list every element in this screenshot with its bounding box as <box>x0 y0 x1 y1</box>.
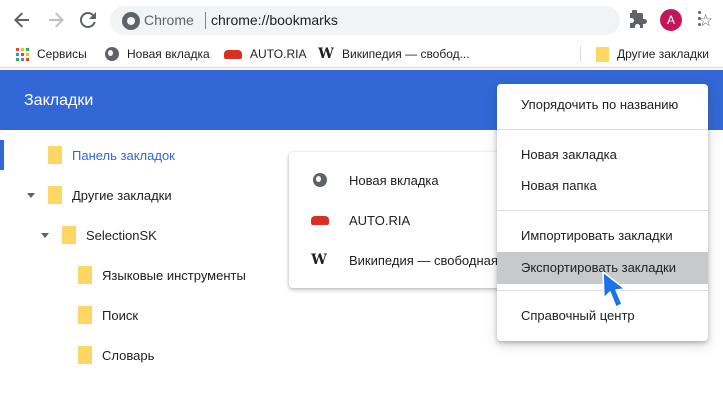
globe-icon <box>105 47 119 61</box>
reload-icon <box>80 12 96 28</box>
sidebar-item-bookmarks-bar[interactable]: Панель закладок <box>48 144 175 166</box>
list-item-label: Википедия — свободная <box>349 252 498 268</box>
address-bar[interactable]: Chrome chrome://bookmarks ☆ <box>110 6 713 35</box>
bookmarks-bar-item-apps[interactable]: Сервисы <box>16 45 87 63</box>
sidebar-item-label: Языковые инструменты <box>102 267 246 283</box>
sidebar-item-other-bookmarks[interactable]: Другие закладки <box>48 184 172 206</box>
sidebar-item-dictionary[interactable]: Словарь <box>78 344 154 366</box>
sidebar-item-search[interactable]: Поиск <box>78 304 138 326</box>
folder-icon <box>78 346 92 364</box>
bookmarks-bar: Сервисы Новая вкладка AUTO.RIA W Википед… <box>0 40 723 68</box>
menu-divider <box>497 129 708 130</box>
omnibox-url[interactable]: chrome://bookmarks <box>211 12 338 28</box>
bookmarks-bar-label: Другие закладки <box>617 47 709 61</box>
bookmarks-bar-label: Сервисы <box>37 47 87 61</box>
page-title: Закладки <box>24 92 94 109</box>
chrome-menu-icon[interactable] <box>698 11 702 27</box>
reload-button[interactable] <box>76 8 100 32</box>
sidebar-item-language-tools[interactable]: Языковые инструменты <box>78 264 246 286</box>
car-icon <box>224 49 242 59</box>
bookmarks-bar-divider <box>580 46 581 62</box>
wikipedia-icon: W <box>311 252 327 268</box>
bookmarks-bar-label: AUTO.RIA <box>250 47 307 61</box>
profile-avatar[interactable]: A <box>660 9 682 31</box>
menu-item-new-bookmark[interactable]: Новая закладка <box>497 139 708 171</box>
menu-item-new-folder[interactable]: Новая папка <box>497 170 708 202</box>
folder-icon <box>596 46 609 62</box>
list-item-label: Новая вкладка <box>349 172 439 188</box>
sidebar-item-label: SelectionSK <box>86 227 157 243</box>
expand-arrow-icon[interactable] <box>41 233 49 238</box>
arrow-right-icon <box>49 12 64 28</box>
forward-button[interactable] <box>44 8 68 32</box>
sidebar-item-label: Другие закладки <box>72 187 172 203</box>
arrow-left-icon <box>14 12 29 28</box>
folder-icon <box>48 146 62 164</box>
folder-icon <box>78 306 92 324</box>
folder-icon <box>78 266 92 284</box>
list-item-label: AUTO.RIA <box>349 212 411 228</box>
sidebar-item-label: Словарь <box>102 347 155 363</box>
omnibox-site-label: Chrome <box>144 12 194 28</box>
sidebar-item-label: Панель закладок <box>72 147 175 163</box>
bookmarks-bar-item-new-tab[interactable]: Новая вкладка <box>105 45 210 63</box>
bookmarks-bar-item-wikipedia[interactable]: W Википедия — свобод... <box>318 45 470 63</box>
site-info-icon[interactable] <box>122 12 140 30</box>
expand-arrow-icon[interactable] <box>27 193 35 198</box>
back-button[interactable] <box>10 8 34 32</box>
wikipedia-icon: W <box>318 46 334 62</box>
apps-icon <box>16 47 29 61</box>
car-icon <box>311 215 329 225</box>
sidebar-active-indicator <box>0 140 4 170</box>
cursor-arrow-icon <box>602 271 626 308</box>
folder-icon <box>62 226 76 244</box>
globe-icon <box>313 173 327 187</box>
bookmarks-bar-item-autoria[interactable]: AUTO.RIA <box>224 45 306 63</box>
sidebar-item-label: Поиск <box>102 307 139 323</box>
bookmarks-bar-label: Новая вкладка <box>127 47 210 61</box>
sidebar-item-selectionsk[interactable]: SelectionSK <box>62 224 157 246</box>
omnibox-separator <box>205 12 206 29</box>
menu-item-sort-by-name[interactable]: Упорядочить по названию <box>497 89 708 121</box>
puzzle-icon[interactable] <box>628 10 648 30</box>
folder-icon <box>48 186 62 204</box>
bookmarks-bar-item-other[interactable]: Другие закладки <box>596 45 709 63</box>
browser-toolbar: Chrome chrome://bookmarks ☆ A <box>0 0 723 40</box>
bookmarks-bar-label: Википедия — свобод... <box>342 47 470 61</box>
menu-item-import-bookmarks[interactable]: Импортировать закладки <box>497 220 708 252</box>
menu-divider <box>497 210 708 211</box>
